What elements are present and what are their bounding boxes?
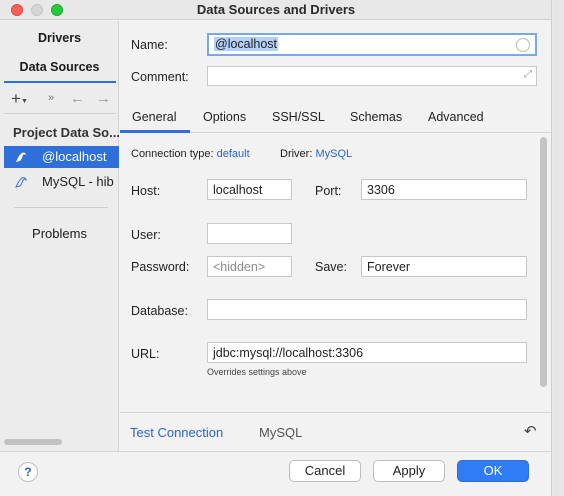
comment-field[interactable]: ⤢ bbox=[207, 66, 537, 86]
sidebar-tab-drivers[interactable]: Drivers bbox=[0, 31, 119, 45]
sidebar-item-localhost[interactable]: @localhost bbox=[4, 146, 119, 168]
connection-type-link[interactable]: default bbox=[217, 148, 250, 160]
driver-info: Driver: MySQL bbox=[280, 148, 352, 160]
sidebar-item-mysql-hib[interactable]: MySQL - hib bbox=[4, 171, 119, 193]
tab-options[interactable]: Options bbox=[203, 110, 246, 124]
name-label: Name: bbox=[131, 38, 168, 52]
vertical-scrollbar[interactable] bbox=[540, 137, 547, 387]
save-select[interactable]: Forever bbox=[361, 256, 527, 277]
project-data-sources-label: Project Data So... bbox=[13, 125, 119, 140]
background-window-edge bbox=[553, 0, 564, 496]
driver-name-footer: MySQL bbox=[259, 425, 303, 440]
port-field[interactable]: 3306 bbox=[361, 179, 527, 200]
divider bbox=[14, 207, 108, 208]
tab-schemas[interactable]: Schemas bbox=[350, 110, 402, 124]
help-button[interactable]: ? bbox=[18, 462, 38, 482]
url-hint: Overrides settings above bbox=[207, 367, 307, 377]
password-label: Password: bbox=[131, 260, 190, 274]
connection-type: Connection type: default bbox=[131, 148, 250, 160]
database-label: Database: bbox=[131, 304, 188, 318]
back-arrow-icon[interactable]: ← bbox=[70, 90, 85, 107]
general-tab-panel: Connection type: default Driver: MySQL H… bbox=[120, 134, 551, 412]
sidebar-item-label: MySQL - hib bbox=[42, 174, 114, 189]
port-label: Port: bbox=[315, 184, 342, 198]
connection-type-label: Connection type: bbox=[131, 148, 214, 160]
password-field[interactable]: <hidden> bbox=[207, 256, 292, 277]
sidebar-item-problems[interactable]: Problems bbox=[0, 226, 119, 241]
host-label: Host: bbox=[131, 184, 161, 198]
test-connection-link[interactable]: Test Connection bbox=[130, 425, 223, 440]
comment-label: Comment: bbox=[131, 70, 189, 84]
data-sources-window: Data Sources and Drivers Drivers Data So… bbox=[0, 0, 552, 496]
reset-icon[interactable]: ↶ bbox=[524, 422, 537, 440]
sidebar-tab-data-sources[interactable]: Data Sources bbox=[0, 60, 119, 74]
cancel-button[interactable]: Cancel bbox=[289, 460, 361, 482]
horizontal-scrollbar[interactable] bbox=[4, 439, 62, 445]
sidebar: Drivers Data Sources + ▼ » ← → Project D… bbox=[0, 21, 119, 451]
divider bbox=[4, 113, 116, 114]
name-value: @localhost bbox=[214, 37, 279, 51]
sidebar-item-label: @localhost bbox=[42, 149, 107, 164]
save-label: Save: bbox=[315, 260, 347, 274]
user-field[interactable] bbox=[207, 223, 292, 244]
sidebar-tab-indicator bbox=[4, 81, 116, 83]
ok-button[interactable]: OK bbox=[457, 460, 529, 482]
mysql-dolphin-icon bbox=[15, 177, 27, 188]
color-circle-icon[interactable] bbox=[516, 38, 530, 52]
more-icon[interactable]: » bbox=[48, 92, 54, 104]
active-tab-indicator bbox=[120, 130, 190, 133]
main-panel: Name: @localhost Comment: ⤢ General Opti… bbox=[120, 21, 551, 451]
forward-arrow-icon[interactable]: → bbox=[96, 90, 111, 107]
tab-bar: General Options SSH/SSL Schemas Advanced bbox=[120, 105, 551, 133]
divider bbox=[0, 451, 551, 452]
divider bbox=[120, 412, 551, 413]
host-field[interactable]: localhost bbox=[207, 179, 292, 200]
tab-general[interactable]: General bbox=[132, 110, 176, 124]
apply-button[interactable]: Apply bbox=[373, 460, 445, 482]
driver-link[interactable]: MySQL bbox=[315, 148, 352, 160]
driver-label: Driver: bbox=[280, 148, 313, 160]
user-label: User: bbox=[131, 228, 161, 242]
title-bar: Data Sources and Drivers bbox=[0, 0, 551, 20]
expand-icon[interactable]: ⤢ bbox=[524, 69, 532, 80]
tab-advanced[interactable]: Advanced bbox=[428, 110, 484, 124]
mysql-dolphin-icon bbox=[16, 152, 26, 162]
window-title: Data Sources and Drivers bbox=[196, 2, 356, 17]
add-icon[interactable]: + bbox=[11, 89, 21, 109]
chevron-down-icon[interactable]: ▼ bbox=[21, 98, 28, 105]
sidebar-toolbar: + ▼ » ← → bbox=[0, 88, 119, 110]
database-field[interactable] bbox=[207, 299, 527, 320]
name-field[interactable]: @localhost bbox=[207, 33, 537, 56]
url-label: URL: bbox=[131, 347, 160, 361]
url-field[interactable]: jdbc:mysql://localhost:3306 bbox=[207, 342, 527, 363]
tab-ssh-ssl[interactable]: SSH/SSL bbox=[272, 110, 325, 124]
